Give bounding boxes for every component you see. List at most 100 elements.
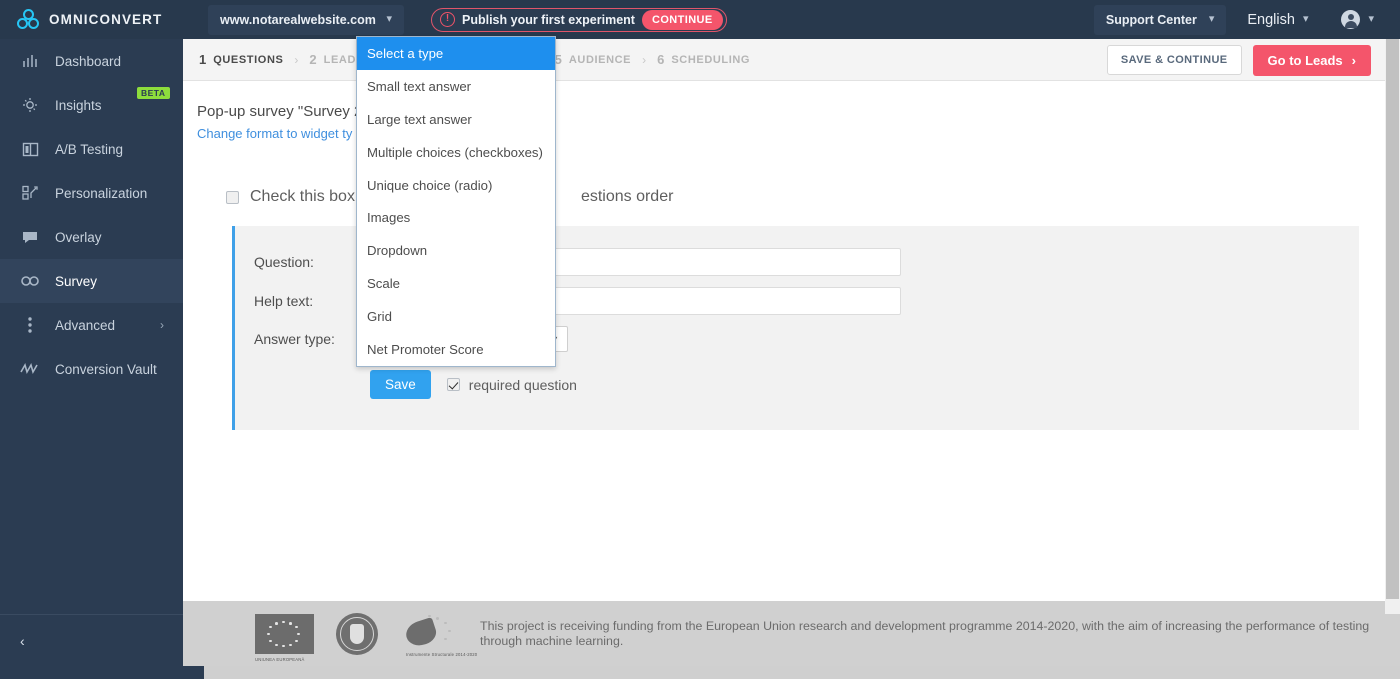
overlay-layers-icon [20,227,40,247]
go-to-leads-label: Go to Leads [1267,52,1343,68]
dropdown-option-images[interactable]: Images [357,201,555,234]
wizard-actions: SAVE & CONTINUE Go to Leads › [1106,39,1371,81]
chevron-right-icon: › [160,318,164,332]
publish-banner[interactable]: ! Publish your first experiment CONTINUE [431,7,727,32]
vertical-scrollbar-thumb[interactable] [1386,39,1399,599]
sidebar-item-label: Advanced [55,317,116,333]
brand-logo-area[interactable]: OMNICONVERT [0,0,183,39]
chevron-down-icon: ▾ [386,13,392,25]
sidebar-collapse-toggle[interactable]: ‹ [0,614,183,666]
sidebar-item-label: A/B Testing [55,141,124,157]
language-label: English [1247,11,1295,28]
chevron-right-icon: › [642,52,647,67]
save-question-button[interactable]: Save [370,370,431,399]
chevron-down-icon: ▾ [1302,13,1309,25]
app-root: OMNICONVERT www.notarealwebsite.com ▾ ! … [0,0,1400,679]
zigzag-vault-icon [20,359,40,379]
eu-flag-icon: UNIUNEA EUROPEANĂ [255,613,314,662]
step-name: SCHEDULING [671,53,751,66]
horizontal-scrollbar-track[interactable] [204,666,1400,679]
dropdown-option-unique-choice[interactable]: Unique choice (radio) [357,169,555,202]
required-question-label: required question [468,376,577,393]
beta-badge: BETA [137,87,170,99]
checkbox-unchecked-icon[interactable] [226,190,239,204]
question-form-actions: Save required question [370,370,577,399]
publish-banner-text: Publish your first experiment [462,12,635,27]
horizontal-scrollbar-thumb[interactable] [0,666,204,679]
sidebar-item-label: Dashboard [55,53,122,69]
required-question-toggle[interactable]: required question [446,376,577,393]
chevron-left-icon: ‹ [20,632,25,649]
sidebar: Dashboard Insights BETA A/B Testing Pers… [0,39,183,666]
chevron-down-icon: ▾ [1368,13,1374,25]
sidebar-item-label: Overlay [55,229,102,245]
step-questions[interactable]: 1 QUESTIONS [199,52,283,67]
chevron-right-icon: › [294,52,299,67]
dropdown-option-small-text-answer[interactable]: Small text answer [357,70,555,103]
dropdown-option-multiple-choices[interactable]: Multiple choices (checkboxes) [357,136,555,169]
sidebar-item-overlay[interactable]: Overlay [0,215,183,259]
top-bar: OMNICONVERT www.notarealwebsite.com ▾ ! … [0,0,1400,39]
step-name: QUESTIONS [213,53,284,66]
sidebar-item-dashboard[interactable]: Dashboard [0,39,183,83]
support-center-menu[interactable]: Support Center ▾ [1093,4,1227,35]
brand-name: OMNICONVERT [49,12,163,27]
step-number: 2 [309,52,317,67]
sidebar-item-survey[interactable]: Survey [0,259,183,303]
step-name: AUDIENCE [568,53,632,66]
answer-type-dropdown-menu[interactable]: Select a type Small text answer Large te… [356,36,556,367]
vertical-scrollbar[interactable] [1385,39,1400,666]
step-audience[interactable]: 5 AUDIENCE [555,52,631,67]
step-number: 1 [199,52,207,67]
user-avatar-icon [1341,10,1361,29]
dropdown-option-grid[interactable]: Grid [357,300,555,333]
sidebar-item-label: Conversion Vault [55,361,157,377]
language-menu[interactable]: English ▾ [1235,5,1320,35]
split-panel-icon [20,139,40,159]
account-menu[interactable]: ▾ [1329,5,1386,35]
save-and-continue-button[interactable]: SAVE & CONTINUE [1106,45,1242,75]
dropdown-option-net-promoter-score[interactable]: Net Promoter Score [357,333,555,366]
sidebar-item-label: Insights [55,97,102,113]
footer: UNIUNEA EUROPEANĂ Instrumente Structural… [183,601,1385,666]
site-selector[interactable]: www.notarealwebsite.com ▾ [208,4,404,35]
bar-chart-icon [20,51,40,71]
randomize-label-end: estions order [580,188,674,205]
step-number: 6 [657,52,665,67]
horizontal-scrollbar[interactable] [0,666,1400,679]
romania-government-seal-icon [336,612,378,655]
sidebar-item-ab-testing[interactable]: A/B Testing [0,127,183,171]
structural-instruments-icon: Instrumente Structurale 2014-2020 [400,613,477,657]
randomize-label-start: Check this box [250,188,355,205]
question-label: Question: [254,254,314,270]
answer-type-label: Answer type: [254,331,335,347]
chevron-down-icon: ▾ [1208,13,1215,25]
dropdown-option-large-text-answer[interactable]: Large text answer [357,103,555,136]
top-bar-right: Support Center ▾ English ▾ ▾ [1093,4,1400,35]
help-text-field-row: Help text: [254,287,901,315]
support-center-label: Support Center [1105,12,1197,27]
sidebar-item-advanced[interactable]: Advanced › [0,303,183,347]
publish-continue-button[interactable]: CONTINUE [641,9,723,30]
infinity-survey-icon [20,271,40,291]
go-to-leads-button[interactable]: Go to Leads › [1252,44,1371,76]
scrollbar-corner [1385,614,1400,666]
sidebar-item-conversion-vault[interactable]: Conversion Vault [0,347,183,391]
personalization-icon [20,183,40,203]
si-logo-caption: Instrumente Structurale 2014-2020 [406,651,478,657]
help-text-label: Help text: [254,293,314,309]
sidebar-item-label: Personalization [55,185,148,201]
checkbox-checked-icon[interactable] [446,378,460,391]
sidebar-item-insights[interactable]: Insights BETA [0,83,183,127]
eu-logo-caption: UNIUNEA EUROPEANĂ [255,656,305,662]
chevron-right-icon: › [1351,52,1356,68]
dropdown-option-select-a-type[interactable]: Select a type [357,37,555,70]
alert-exclamation-icon: ! [440,12,455,27]
lightbulb-icon [20,95,40,115]
sidebar-item-personalization[interactable]: Personalization [0,171,183,215]
step-scheduling[interactable]: 6 SCHEDULING [657,52,750,67]
footer-funding-text: This project is receiving funding from t… [480,618,1370,648]
dropdown-option-scale[interactable]: Scale [357,267,555,300]
omniconvert-logo-icon [17,8,39,31]
dropdown-option-dropdown[interactable]: Dropdown [357,234,555,267]
